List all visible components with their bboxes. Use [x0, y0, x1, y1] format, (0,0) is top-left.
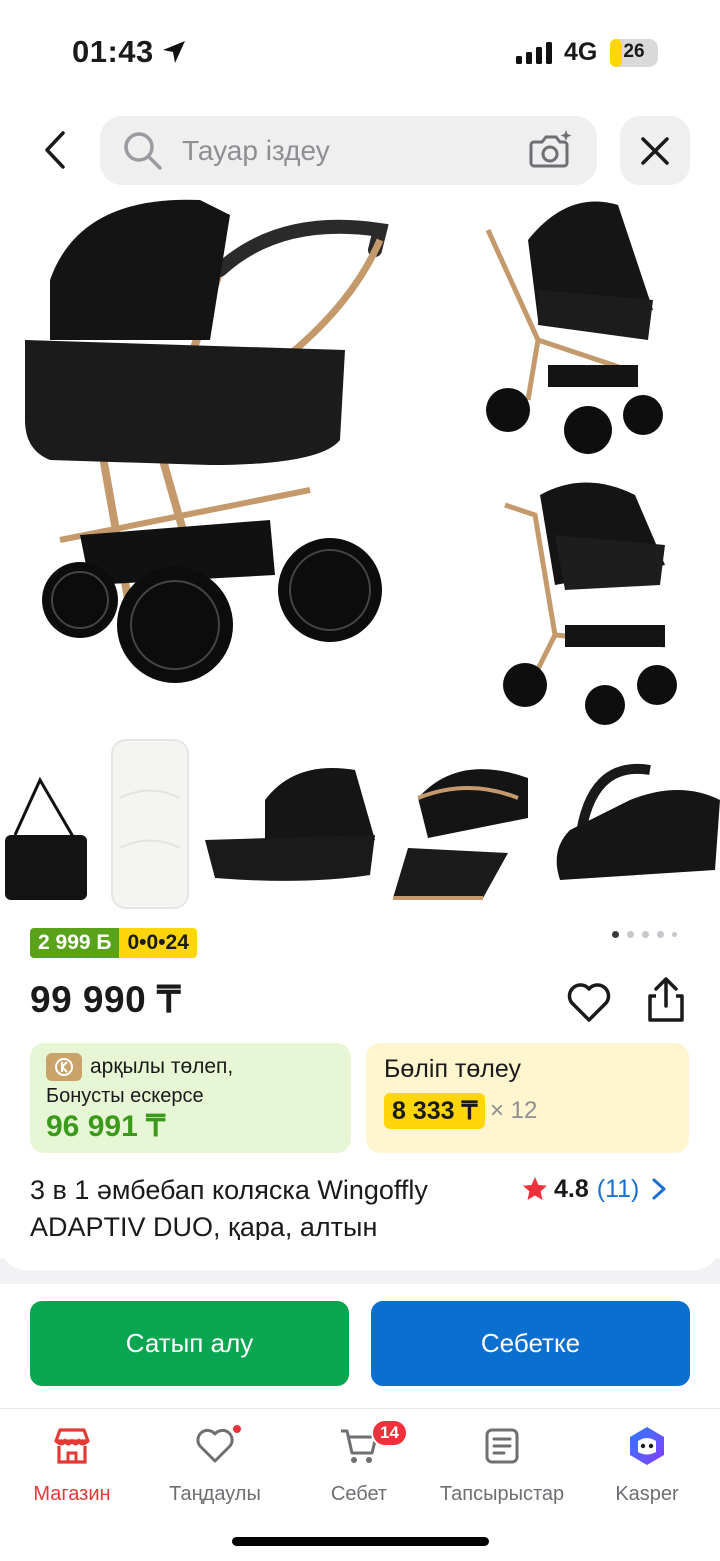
car-seat-image[interactable] — [550, 760, 720, 900]
tab-label: Себет — [330, 1483, 388, 1505]
buy-button[interactable]: Сатып алу — [30, 1301, 349, 1386]
close-icon — [641, 136, 669, 165]
review-count: (11) — [596, 1174, 640, 1203]
tab-label: Магазин — [33, 1483, 111, 1505]
heart-icon — [196, 1428, 234, 1463]
page-dot — [657, 931, 664, 938]
seat-unit-image[interactable] — [388, 758, 538, 908]
add-to-cart-button[interactable]: Себетке — [371, 1301, 690, 1386]
kaspi-amount: 96 991 ₸ — [46, 1110, 166, 1143]
search-bar[interactable] — [100, 116, 597, 185]
promo-badges: 2 999 Б 0•0•24 — [30, 928, 197, 958]
card-edge — [0, 1240, 720, 1270]
tab-label: Kasper — [615, 1483, 679, 1505]
battery-icon: 26 — [610, 39, 658, 67]
installment-amount: 8 333 ₸ — [384, 1093, 486, 1129]
home-indicator — [232, 1537, 489, 1546]
status-bar: 01:43 4G 26 — [0, 0, 720, 105]
tab-favorites[interactable]: Таңдаулы — [145, 1421, 285, 1511]
rating-value: 4.8 — [554, 1174, 589, 1203]
search-icon — [124, 132, 162, 170]
tab-cart[interactable]: 14 Себет — [289, 1419, 429, 1511]
tab-shop[interactable]: Магазин — [2, 1421, 142, 1511]
product-price: 99 990 ₸ — [30, 979, 181, 1020]
bag-image[interactable] — [0, 775, 90, 905]
tab-orders[interactable]: Тапсырыстар — [432, 1421, 572, 1511]
notification-dot — [231, 1423, 243, 1435]
location-arrow-icon — [163, 41, 185, 63]
shop-icon — [54, 1428, 90, 1464]
installment-multiplier: × 12 — [490, 1097, 538, 1124]
kaspi-logo-icon — [46, 1053, 82, 1081]
network-type: 4G — [564, 38, 598, 66]
bonus-badge: 2 999 Б — [30, 928, 120, 958]
page-dot — [672, 932, 677, 937]
camera-search-icon[interactable] — [528, 128, 574, 172]
page-dot — [642, 931, 649, 938]
kasper-icon — [630, 1427, 664, 1465]
page-dot — [612, 931, 619, 938]
battery-level: 26 — [623, 41, 645, 62]
back-button[interactable] — [30, 122, 80, 178]
status-time: 01:43 — [72, 34, 154, 69]
orders-icon — [485, 1428, 519, 1464]
carrycot-image[interactable] — [205, 760, 380, 885]
stroller-main-image[interactable] — [20, 190, 390, 715]
share-icon[interactable] — [644, 976, 688, 1024]
tab-label: Таңдаулы — [169, 1483, 261, 1505]
kaspi-line2: Бонусты ескерсе — [46, 1085, 204, 1107]
chevron-left-icon — [45, 131, 65, 169]
page-dot — [627, 931, 634, 938]
product-title: 3 в 1 әмбебап коляска Wingoffly ADAPTIV … — [30, 1175, 428, 1242]
rating-link[interactable]: 4.8 (11) — [522, 1172, 667, 1206]
close-button[interactable] — [620, 116, 690, 185]
tab-kasper[interactable]: Kasper — [577, 1421, 717, 1511]
installment-title: Бөліп төлеу — [384, 1055, 521, 1083]
tab-label: Тапсырыстар — [439, 1483, 565, 1505]
product-gallery[interactable] — [0, 190, 720, 920]
chevron-right-icon — [652, 1178, 666, 1200]
search-input[interactable] — [182, 116, 512, 185]
stroller-carseat-image[interactable] — [495, 475, 685, 735]
kaspi-line1: арқылы төлеп, — [90, 1055, 234, 1078]
installment-card[interactable]: Бөліп төлеу 8 333 ₸ × 12 — [366, 1043, 689, 1153]
cart-count-badge: 14 — [371, 1419, 408, 1447]
mattress-image[interactable] — [110, 738, 190, 910]
star-icon — [523, 1177, 547, 1200]
kaspi-pay-card[interactable]: арқылы төлеп, Бонусты ескерсе 96 991 ₸ — [30, 1043, 351, 1153]
installment-badge: 0•0•24 — [119, 928, 197, 958]
cellular-signal-icon — [516, 42, 552, 64]
favorite-heart-icon[interactable] — [566, 982, 612, 1024]
gallery-page-indicator — [612, 931, 677, 938]
stroller-side-image[interactable] — [478, 190, 668, 460]
